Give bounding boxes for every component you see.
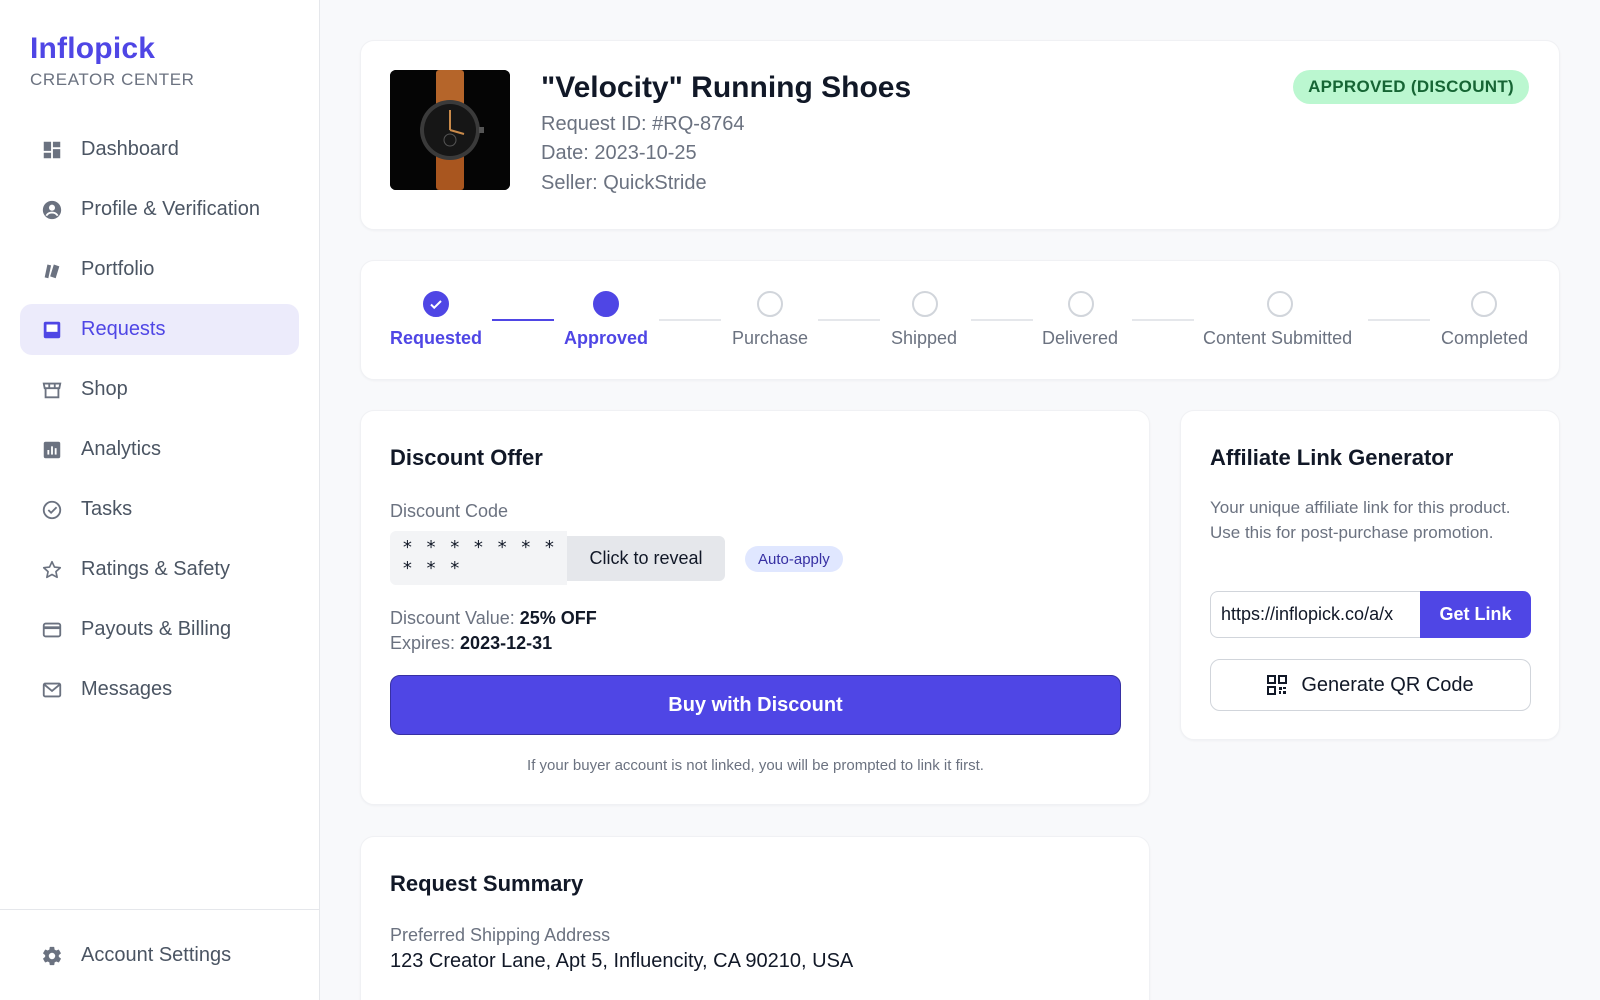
generate-qr-label: Generate QR Code — [1301, 673, 1474, 696]
pending-step-dot — [1471, 291, 1497, 317]
pending-step-dot — [1068, 291, 1094, 317]
sidebar-item-label: Requests — [81, 318, 166, 340]
discount-expiry-row: Expires: 2023-12-31 — [390, 633, 552, 654]
step-connector — [492, 319, 554, 321]
storefront-icon — [41, 379, 63, 401]
discount-value-row: Discount Value: 25% OFF — [390, 608, 597, 629]
sidebar-item-label: Ratings & Safety — [81, 558, 230, 580]
discount-code-label: Discount Code — [390, 501, 509, 521]
brand: Inflopick CREATOR CENTER — [30, 32, 195, 90]
check-circle-icon — [41, 499, 63, 521]
request-date: Date: 2023-10-25 — [541, 142, 697, 164]
star-icon — [41, 559, 63, 581]
shipping-address-label: Preferred Shipping Address — [390, 925, 611, 945]
sidebar-item-ratings[interactable]: Ratings & Safety — [20, 544, 299, 595]
credit-card-icon — [41, 619, 63, 641]
affiliate-title: Affiliate Link Generator — [1210, 445, 1454, 470]
qr-code-icon — [1267, 675, 1288, 695]
affiliate-description: Your unique affiliate link for this prod… — [1210, 498, 1511, 542]
sidebar-nav: Dashboard Profile & Verification Portfol… — [20, 124, 299, 724]
check-icon — [423, 291, 449, 317]
sidebar: Inflopick CREATOR CENTER Dashboard Profi… — [0, 0, 320, 1000]
sidebar-item-dashboard[interactable]: Dashboard — [20, 124, 299, 175]
sidebar-item-label: Analytics — [81, 438, 162, 460]
sidebar-item-requests[interactable]: Requests — [20, 304, 299, 355]
collections-icon — [41, 259, 63, 281]
request-id: Request ID: #RQ-8764 — [541, 113, 745, 135]
discount-value-label: Discount Value: — [390, 608, 515, 628]
discount-code-field[interactable]: * * * * * * * * * * — [390, 531, 567, 585]
inbox-icon — [41, 319, 63, 341]
step-label: Purchase — [732, 328, 809, 348]
current-step-dot — [593, 291, 619, 317]
buy-with-discount-button[interactable]: Buy with Discount — [390, 675, 1121, 735]
mail-icon — [41, 679, 63, 701]
brand-subtitle: CREATOR CENTER — [30, 70, 195, 89]
request-header-card: "Velocity" Running Shoes Request ID: #RQ… — [360, 40, 1560, 230]
product-title: "Velocity" Running Shoes — [541, 71, 912, 104]
request-summary-card: Request Summary Preferred Shipping Addre… — [360, 836, 1150, 1000]
pending-step-dot — [757, 291, 783, 317]
sidebar-item-label: Tasks — [81, 498, 133, 520]
sidebar-item-label: Messages — [81, 678, 173, 700]
shipping-address: 123 Creator Lane, Apt 5, Influencity, CA… — [390, 950, 854, 972]
sidebar-item-label: Profile & Verification — [81, 198, 260, 220]
step-label: Completed — [1441, 328, 1529, 348]
step-connector — [1368, 319, 1430, 321]
product-thumbnail — [390, 70, 510, 190]
step-connector — [1132, 319, 1194, 321]
progress-tracker: Requested Approved Purchase Shipped Deli… — [360, 260, 1560, 380]
generate-qr-button[interactable]: Generate QR Code — [1210, 659, 1531, 711]
brand-logo[interactable]: Inflopick — [30, 32, 195, 66]
gear-icon — [41, 945, 63, 967]
sidebar-item-messages[interactable]: Messages — [20, 664, 299, 715]
sidebar-footer: Account Settings — [0, 909, 319, 1000]
sidebar-item-profile[interactable]: Profile & Verification — [20, 184, 299, 235]
account-settings-label: Account Settings — [81, 944, 232, 966]
sidebar-item-payouts[interactable]: Payouts & Billing — [20, 604, 299, 655]
affiliate-link-card: Affiliate Link Generator Your unique aff… — [1180, 410, 1560, 740]
sidebar-item-tasks[interactable]: Tasks — [20, 484, 299, 535]
sidebar-item-label: Shop — [81, 378, 128, 400]
dashboard-icon — [41, 139, 63, 161]
step-label: Requested — [390, 328, 483, 348]
discount-value: 25% OFF — [519, 608, 597, 628]
account-circle-icon — [41, 199, 63, 221]
step-label: Delivered — [1042, 328, 1119, 348]
expires-date: 2023-12-31 — [460, 633, 553, 653]
step-label: Shipped — [891, 328, 958, 348]
bar-chart-icon — [41, 439, 63, 461]
discount-offer-card: Discount Offer Discount Code * * * * * *… — [360, 410, 1150, 805]
expires-label: Expires: — [390, 633, 456, 653]
pending-step-dot — [912, 291, 938, 317]
account-settings-link[interactable]: Account Settings — [20, 930, 299, 981]
get-link-button[interactable]: Get Link — [1420, 591, 1531, 638]
request-summary-title: Request Summary — [390, 871, 584, 896]
affiliate-link-field[interactable]: https://inflopick.co/a/x — [1210, 591, 1420, 638]
step-connector — [971, 319, 1033, 321]
sidebar-item-label: Payouts & Billing — [81, 618, 232, 640]
link-account-note: If your buyer account is not linked, you… — [527, 757, 984, 774]
sidebar-item-shop[interactable]: Shop — [20, 364, 299, 415]
status-badge: APPROVED (DISCOUNT) — [1293, 70, 1529, 104]
sidebar-item-label: Dashboard — [81, 138, 179, 160]
reveal-code-button[interactable]: Click to reveal — [567, 536, 725, 581]
step-connector — [659, 319, 721, 321]
seller-name: Seller: QuickStride — [541, 172, 707, 194]
sidebar-item-analytics[interactable]: Analytics — [20, 424, 299, 475]
step-label: Approved — [564, 328, 649, 348]
discount-offer-title: Discount Offer — [390, 445, 543, 470]
sidebar-item-portfolio[interactable]: Portfolio — [20, 244, 299, 295]
sidebar-item-label: Portfolio — [81, 258, 155, 280]
step-connector — [818, 319, 880, 321]
step-label: Content Submitted — [1203, 328, 1353, 348]
auto-apply-badge: Auto-apply — [745, 546, 843, 572]
pending-step-dot — [1267, 291, 1293, 317]
